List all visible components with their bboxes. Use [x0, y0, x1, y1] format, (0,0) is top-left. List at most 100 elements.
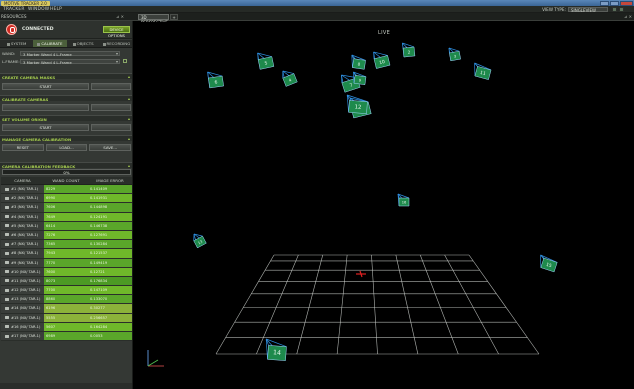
- image-error-cell: 0.149419: [88, 258, 132, 267]
- table-row[interactable]: #13 (NX/ TAR-1) 8860 0.133070: [1, 295, 132, 305]
- camera-frustum[interactable]: 3: [448, 47, 461, 62]
- 3d-scene[interactable]: 57416823119121016131514: [134, 22, 634, 389]
- volume-options-button[interactable]: [91, 124, 131, 131]
- manage-calibration-header[interactable]: MANAGE CAMERA CALIBRATION ▴: [0, 135, 132, 142]
- viewport-controls-icon[interactable]: ⊿ ✕: [624, 14, 632, 19]
- camera-icon: [5, 279, 9, 283]
- tab-3d-perspective[interactable]: 3D PERSPECTIVE: [138, 14, 169, 25]
- close-button[interactable]: [620, 0, 633, 6]
- panel-footer: [0, 383, 132, 389]
- tab-objects[interactable]: OBJECTS: [67, 40, 100, 47]
- calibrate-start-button[interactable]: [2, 104, 89, 111]
- volume-origin-start-button[interactable]: START: [2, 124, 89, 131]
- camera-frustum[interactable]: 13: [193, 233, 207, 249]
- camera-frustum[interactable]: 2: [402, 42, 416, 58]
- camera-icon: [5, 224, 9, 228]
- connection-icon: [6, 24, 17, 35]
- table-row[interactable]: #3 (NX/ TAR-1) 7606 0.144898: [1, 203, 132, 213]
- image-error-cell: 0.130284: [88, 240, 132, 249]
- wand-select[interactable]: 3 Marker Wand 4 L-Frame: [20, 50, 120, 56]
- camera-layout-icon[interactable]: [619, 6, 624, 12]
- wand-count-cell: 6989: [44, 332, 88, 341]
- wand-count-cell: 8073: [44, 276, 88, 286]
- table-row[interactable]: #15 (NX/ TAR-1) 5555 0.256657: [1, 313, 132, 323]
- camera-frustum[interactable]: 9: [353, 71, 367, 86]
- wand-label: WAND:: [2, 51, 16, 56]
- image-error-cell: 0.30277: [88, 304, 132, 313]
- camera-frustum[interactable]: 12: [346, 94, 368, 114]
- camera-frustum[interactable]: 8: [351, 54, 366, 70]
- 3d-viewport[interactable]: 57416823119121016131514 LIVE: [134, 22, 634, 389]
- wand-count-cell: 7276: [44, 230, 88, 240]
- table-row[interactable]: #6 (NX/ TAR-1) 7276 0.127691: [1, 230, 132, 241]
- menu-help[interactable]: HELP: [50, 7, 62, 12]
- table-row[interactable]: #1 (NX/ TAR-1) 8229 0.141409: [1, 185, 132, 195]
- panel-subtabs: SYSTEM CALIBRATE OBJECTS RECORDING: [0, 40, 132, 48]
- table-row[interactable]: #17 (NX/ TAR-1) 6989 0.0053: [1, 332, 132, 342]
- volume-origin-buttons: START: [2, 124, 131, 131]
- table-row[interactable]: #14 (NX/ TAR-1) 6196 0.30277: [1, 304, 132, 314]
- calibration-progress: 0%: [2, 169, 131, 175]
- tab-recording[interactable]: RECORDING: [100, 40, 132, 47]
- tab-calibrate[interactable]: CALIBRATE: [33, 40, 67, 47]
- camera-number-label: 12: [354, 104, 361, 110]
- minimize-button[interactable]: [600, 0, 609, 6]
- calibrate-options-button[interactable]: [91, 104, 131, 111]
- camera-icon: [5, 297, 9, 301]
- collapse-icon: ▴: [127, 116, 130, 121]
- reset-button[interactable]: RESET: [2, 144, 44, 151]
- lframe-select[interactable]: 3 Marker Wand 4 L-Frame: [20, 58, 120, 64]
- view-type-select[interactable]: SINGLEVIEW: [568, 6, 608, 12]
- wand-count-cell: 7365: [44, 240, 88, 249]
- camera-cell: #7 (NX/ TAR-1): [1, 240, 44, 249]
- refresh-icon[interactable]: [123, 59, 127, 63]
- table-row[interactable]: #10 (NX/ TAR-1) 7600 0.12721: [1, 267, 132, 277]
- camera-cell: #13 (NX/ TAR-1): [1, 295, 44, 304]
- save-button[interactable]: SAVE...: [89, 144, 132, 151]
- camera-icon: [5, 306, 9, 310]
- camera-frustum[interactable]: 16: [397, 193, 410, 207]
- maximize-button[interactable]: [610, 0, 619, 6]
- layout-icon[interactable]: [612, 6, 617, 12]
- table-row[interactable]: #7 (NX/ TAR-1) 7365 0.130284: [1, 240, 132, 250]
- camera-frustum[interactable]: 14: [265, 338, 287, 361]
- camera-frustum[interactable]: 4: [282, 70, 298, 87]
- camera-cell: #14 (NX/ TAR-1): [1, 304, 44, 313]
- table-row[interactable]: #5 (NX/ TAR-1) 6414 0.146738: [1, 221, 132, 231]
- camera-frustum[interactable]: 5: [257, 52, 275, 70]
- camera-frustum[interactable]: 15: [540, 254, 558, 273]
- pin-icon[interactable]: ⊿ ✕: [116, 14, 124, 19]
- load-button[interactable]: LOAD...: [45, 144, 88, 151]
- calibrate-header[interactable]: CALIBRATE CAMERAS ▴: [0, 95, 132, 102]
- image-error-cell: 0.12721: [88, 267, 132, 276]
- add-view-tab[interactable]: +: [170, 14, 178, 20]
- camera-frustum[interactable]: 11: [474, 62, 492, 80]
- table-row[interactable]: #11 (NX/ TAR-1) 8073 0.176834: [1, 276, 132, 287]
- create-masks-start-button[interactable]: START: [2, 83, 89, 90]
- table-row[interactable]: #12 (NX/ TAR-1) 7700 0.147109: [1, 286, 132, 296]
- wand-row: WAND: 3 Marker Wand 4 L-Frame: [0, 50, 132, 57]
- feedback-header[interactable]: CAMERA CALIBRATION FEEDBACK ▴: [0, 162, 132, 169]
- grid-line: [256, 254, 299, 355]
- camera-icon: [5, 316, 9, 320]
- camera-icon: [5, 242, 9, 246]
- table-row[interactable]: #4 (NX/ TAR-1) 7649 0.124191: [1, 212, 132, 222]
- wand-count-cell: 8860: [44, 295, 88, 304]
- table-row[interactable]: #8 (NX/ TAR-1) 7943 0.121537: [1, 249, 132, 259]
- table-row[interactable]: #9 (NX/ TAR-1) 7770 0.149419: [1, 258, 132, 268]
- image-error-cell: 0.141931: [88, 194, 132, 203]
- system-icon: [6, 42, 10, 46]
- resources-tab[interactable]: RESOURCES: [1, 14, 27, 19]
- camera-frustum[interactable]: 10: [373, 51, 391, 69]
- table-row[interactable]: #16 (NX/ TAR-1) 5607 0.164284: [1, 322, 132, 332]
- table-row[interactable]: #2 (NX/ TAR-1) 6990 0.141931: [1, 194, 132, 204]
- camera-frustum[interactable]: 6: [207, 71, 224, 89]
- image-error-cell: 0.121537: [88, 249, 132, 258]
- create-masks-header[interactable]: CREATE CAMERA MASKS ▴: [0, 73, 132, 80]
- menu-window[interactable]: WINDOW: [28, 7, 49, 12]
- tab-system[interactable]: SYSTEM: [0, 40, 33, 47]
- device-options-button[interactable]: DEVICE OPTIONS: [103, 26, 130, 38]
- masks-options-button[interactable]: [91, 83, 131, 90]
- volume-origin-header[interactable]: SET VOLUME ORIGIN ▴: [0, 115, 132, 122]
- menu-tracker[interactable]: TRACKER: [3, 7, 25, 12]
